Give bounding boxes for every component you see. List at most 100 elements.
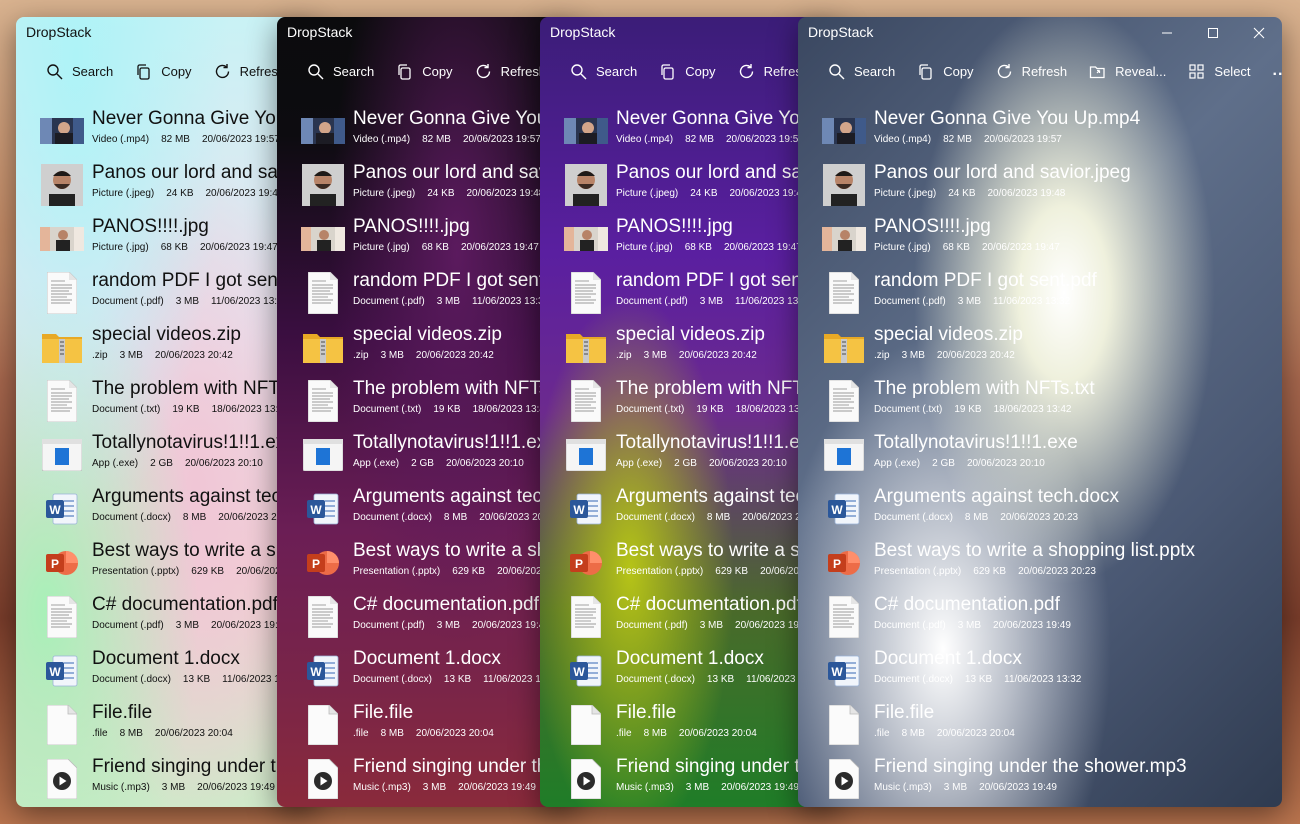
file-type: App (.exe) <box>616 458 663 469</box>
file-name: File.file <box>616 702 677 723</box>
file-item[interactable]: W Document 1.docx Document (.docx) 13 KB 11/… <box>16 645 316 699</box>
file-item[interactable]: W Arguments against tech.docx Document (.d… <box>798 483 1282 537</box>
file-type: Video (.mp4) <box>353 134 411 145</box>
file-item[interactable]: File.file .file 8 MB 20/06/2023 20:04 <box>16 699 316 753</box>
file-size: 8 MB <box>443 512 468 523</box>
file-type: Document (.pdf) <box>616 620 688 631</box>
file-item[interactable]: C# documentation.pdf Document (.pdf) 3 MB 2… <box>277 591 577 645</box>
file-list: Never Gonna Give You Up.mp4Video (.mp4)8… <box>540 105 840 807</box>
file-date: 20/06/2023 19:47 <box>723 242 802 253</box>
file-item[interactable]: Panos our lord and savior.jpegPicture (.… <box>277 159 577 213</box>
close-button[interactable] <box>1236 25 1282 41</box>
file-item[interactable]: W Arguments against tech.docx Document (.d… <box>277 483 577 537</box>
file-item[interactable]: PBest ways to write a shopping list.pptx… <box>540 537 840 591</box>
file-item[interactable]: PBest ways to write a shopping list.pptx… <box>277 537 577 591</box>
file-item[interactable]: C# documentation.pdf Document (.pdf) 3 MB 2… <box>16 591 316 645</box>
file-item[interactable]: Panos our lord and savior.jpegPicture (.… <box>798 159 1282 213</box>
copy-button[interactable]: Copy <box>125 57 203 85</box>
file-type: Document (.pdf) <box>353 620 425 631</box>
file-item[interactable]: Friend singing under the shower.mp3Music… <box>277 753 577 807</box>
file-item[interactable]: Friend singing under the shower.mp3Music… <box>16 753 316 807</box>
file-date: 20/06/2023 19:48 <box>205 188 284 199</box>
file-size: 3 MB <box>380 350 404 361</box>
file-size: 8 MB <box>964 512 989 523</box>
file-type: Document (.txt) <box>353 404 422 415</box>
file-item[interactable]: C# documentation.pdf Document (.pdf) 3 MB 2… <box>540 591 840 645</box>
file-item[interactable]: Never Gonna Give You Up.mp4Video (.mp4)8… <box>277 105 577 159</box>
search-button[interactable]: Search <box>560 57 649 85</box>
more-options-button[interactable]: ... <box>1263 57 1282 85</box>
reveal-button[interactable]: Reveal... <box>1079 57 1178 85</box>
copy-button[interactable]: Copy <box>386 57 464 85</box>
file-meta: Document (.pdf) 3 MB 11/06/2023 13:32 <box>874 296 1082 307</box>
file-size: 19 KB <box>696 404 724 415</box>
file-item[interactable]: W Document 1.docx Document (.docx) 13 KB 11/… <box>540 645 840 699</box>
file-type: Document (.docx) <box>353 674 432 685</box>
search-button[interactable]: Search <box>818 57 907 85</box>
file-item[interactable]: PANOS!!!!.jpg Picture (.jpg) 68 KB 20/06/20… <box>16 213 316 267</box>
file-item[interactable]: Totallynotavirus!1!!1.exe App (.exe) 2 GB 2… <box>540 429 840 483</box>
file-item[interactable]: PANOS!!!!.jpg Picture (.jpg) 68 KB 20/06/20… <box>540 213 840 267</box>
file-item[interactable]: W Document 1.docx Document (.docx) 13 KB 11/… <box>798 645 1282 699</box>
copy-button[interactable]: Copy <box>907 57 985 85</box>
file-item[interactable]: special videos.zip .zip 3 MB 20/06/2023 20:… <box>540 321 840 375</box>
file-item[interactable]: Totallynotavirus!1!!1.exe App (.exe) 2 GB 2… <box>798 429 1282 483</box>
file-item[interactable]: special videos.zip .zip 3 MB 20/06/2023 20:… <box>277 321 577 375</box>
file-item[interactable]: PANOS!!!!.jpg Picture (.jpg) 68 KB 20/06/20… <box>798 213 1282 267</box>
select-button[interactable]: Select <box>1178 57 1262 85</box>
file-item[interactable]: Friend singing under the shower.mp3Music… <box>798 753 1282 807</box>
copy-button[interactable]: Copy <box>649 57 727 85</box>
svg-text:W: W <box>573 503 585 517</box>
file-item[interactable]: PBest ways to write a shopping list.pptx… <box>16 537 316 591</box>
file-item[interactable]: Totallynotavirus!1!!1.exe App (.exe) 2 GB 2… <box>277 429 577 483</box>
document-page-icon <box>40 379 84 423</box>
copy-label: Copy <box>685 63 716 79</box>
file-item[interactable]: The problem with NFTs.txt Document (.txt)… <box>798 375 1282 429</box>
file-item[interactable]: Panos our lord and savior.jpegPicture (.… <box>16 159 316 213</box>
file-item[interactable]: special videos.zip .zip 3 MB 20/06/2023 20:… <box>16 321 316 375</box>
file-date: 20/06/2023 20:42 <box>154 350 233 361</box>
file-item[interactable]: Never Gonna Give You Up.mp4Video (.mp4)8… <box>16 105 316 159</box>
file-date: 20/06/2023 20:10 <box>184 458 263 469</box>
file-date: 20/06/2023 19:49 <box>458 782 536 793</box>
refresh-button[interactable]: Refresh <box>986 57 1080 85</box>
file-item[interactable]: Never Gonna Give You Up.mp4Video (.mp4)8… <box>540 105 840 159</box>
file-item[interactable]: random PDF I got sent.pdf Document (.pdf)… <box>540 267 840 321</box>
file-item[interactable]: The problem with NFTs.txt Document (.txt)… <box>277 375 577 429</box>
file-item[interactable]: File.file .file 8 MB 20/06/2023 20:04 <box>277 699 577 753</box>
file-item[interactable]: File.file .file 8 MB 20/06/2023 20:04 <box>540 699 840 753</box>
search-button[interactable]: Search <box>36 57 125 85</box>
file-type: Music (.mp3) <box>616 782 674 793</box>
file-meta: Document (.pdf) 3 MB 20/06/2023 19:49 <box>616 620 825 631</box>
file-item[interactable]: W Arguments against tech.docx Document (.d… <box>16 483 316 537</box>
file-item[interactable]: random PDF I got sent.pdf Document (.pdf)… <box>16 267 316 321</box>
file-item[interactable]: Totallynotavirus!1!!1.exe App (.exe) 2 GB 2… <box>16 429 316 483</box>
file-item[interactable]: W Arguments against tech.docx Document (.d… <box>540 483 840 537</box>
blank-file-icon <box>40 703 84 747</box>
file-item[interactable]: special videos.zip .zip 3 MB 20/06/2023 20:… <box>798 321 1282 375</box>
minimize-button[interactable] <box>1144 25 1190 41</box>
word-icon: W <box>822 487 866 531</box>
file-date: 20/06/2023 20:23 <box>1000 512 1079 523</box>
file-item[interactable]: The problem with NFTs.txt Document (.txt)… <box>540 375 840 429</box>
file-date: 20/06/2023 20:42 <box>678 350 757 361</box>
file-item[interactable]: Panos our lord and savior.jpegPicture (.… <box>540 159 840 213</box>
file-size: 8 MB <box>901 728 925 739</box>
file-date: 20/06/2023 19:48 <box>466 188 545 199</box>
file-item[interactable]: Friend singing under the shower.mp3Music… <box>540 753 840 807</box>
file-item[interactable]: File.file .file 8 MB 20/06/2023 20:04 <box>798 699 1282 753</box>
maximize-button[interactable] <box>1190 25 1236 41</box>
file-item[interactable]: PANOS!!!!.jpg Picture (.jpg) 68 KB 20/06/20… <box>277 213 577 267</box>
file-name: special videos.zip <box>616 324 765 345</box>
file-item[interactable]: C# documentation.pdf Document (.pdf) 3 MB 2… <box>798 591 1282 645</box>
file-item[interactable]: The problem with NFTs.txt Document (.txt)… <box>16 375 316 429</box>
word-icon: W <box>564 487 608 531</box>
file-item[interactable]: random PDF I got sent.pdf Document (.pdf)… <box>277 267 577 321</box>
file-meta: .file 8 MB 20/06/2023 20:04 <box>353 728 506 739</box>
file-item[interactable]: Never Gonna Give You Up.mp4Video (.mp4)8… <box>798 105 1282 159</box>
file-item[interactable]: W Document 1.docx Document (.docx) 13 KB 11/… <box>277 645 577 699</box>
file-item[interactable]: PBest ways to write a shopping list.pptx… <box>798 537 1282 591</box>
file-item[interactable]: random PDF I got sent.pdf Document (.pdf)… <box>798 267 1282 321</box>
document-page-icon <box>301 379 345 423</box>
search-button[interactable]: Search <box>297 57 386 85</box>
